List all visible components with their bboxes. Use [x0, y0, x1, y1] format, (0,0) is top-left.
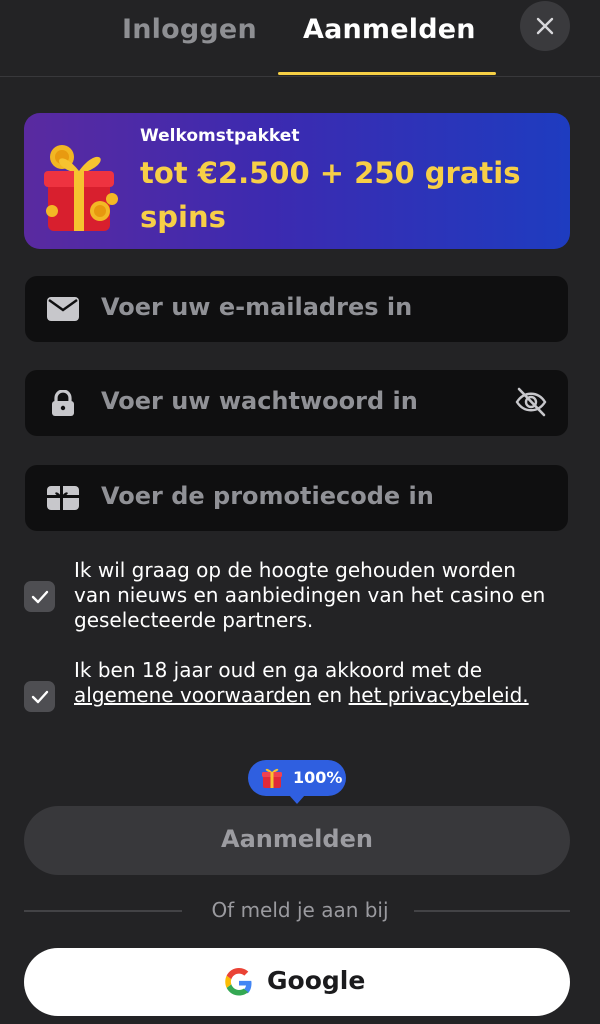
- gift-icon: [262, 768, 282, 788]
- mail-icon: [47, 297, 79, 321]
- eye-off-icon[interactable]: [514, 385, 548, 419]
- close-button[interactable]: [520, 1, 570, 51]
- newsletter-text: Ik wil graag op de hoogte gehouden worde…: [74, 558, 546, 632]
- terms-prefix: Ik ben 18 jaar oud en ga akkoord met de: [74, 658, 483, 682]
- bonus-badge: 100%: [248, 760, 346, 804]
- close-icon: [536, 17, 554, 35]
- promo-title: Welkomstpakket: [140, 126, 300, 146]
- check-icon: [31, 590, 48, 603]
- privacy-link[interactable]: het privacybeleid.: [349, 683, 529, 707]
- newsletter-checkbox[interactable]: [24, 581, 55, 612]
- tab-login[interactable]: Inloggen: [122, 14, 257, 45]
- tab-signup[interactable]: Aanmelden: [303, 14, 476, 45]
- terms-link[interactable]: algemene voorwaarden: [74, 683, 311, 707]
- terms-checkbox[interactable]: [24, 681, 55, 712]
- promo-code-field[interactable]: Voer de promotiecode in: [25, 465, 568, 531]
- google-icon: [225, 968, 252, 996]
- signup-button[interactable]: Aanmelden: [24, 806, 570, 875]
- check-icon: [31, 690, 48, 703]
- terms-mid: en: [317, 683, 343, 707]
- terms-text: Ik ben 18 jaar oud en ga akkoord met de …: [74, 658, 554, 708]
- lock-icon: [52, 390, 74, 416]
- google-label: Google: [267, 966, 366, 995]
- welcome-banner: Welkomstpakket tot €2.500 + 250 gratis s…: [24, 113, 570, 249]
- active-tab-indicator: [278, 72, 496, 75]
- password-field[interactable]: Voer uw wachtwoord in: [25, 370, 568, 436]
- divider-right: [414, 910, 570, 912]
- promo-card-icon: [47, 486, 79, 510]
- auth-tabs: Inloggen Aanmelden: [0, 0, 600, 77]
- bonus-percent: 100%: [293, 768, 343, 787]
- newsletter-consent: Ik wil graag op de hoogte gehouden worde…: [24, 556, 564, 636]
- email-field[interactable]: Voer uw e-mailadres in: [25, 276, 568, 342]
- password-placeholder: Voer uw wachtwoord in: [101, 387, 418, 415]
- promo-code-placeholder: Voer de promotiecode in: [101, 482, 434, 510]
- terms-consent: Ik ben 18 jaar oud en ga akkoord met de …: [24, 656, 564, 736]
- signup-button-label: Aanmelden: [221, 825, 373, 853]
- google-signup-button[interactable]: Google: [24, 948, 570, 1016]
- gift-icon: [44, 145, 118, 231]
- promo-amount: tot €2.500 + 250 gratis spins: [140, 156, 521, 234]
- email-placeholder: Voer uw e-mailadres in: [101, 293, 413, 321]
